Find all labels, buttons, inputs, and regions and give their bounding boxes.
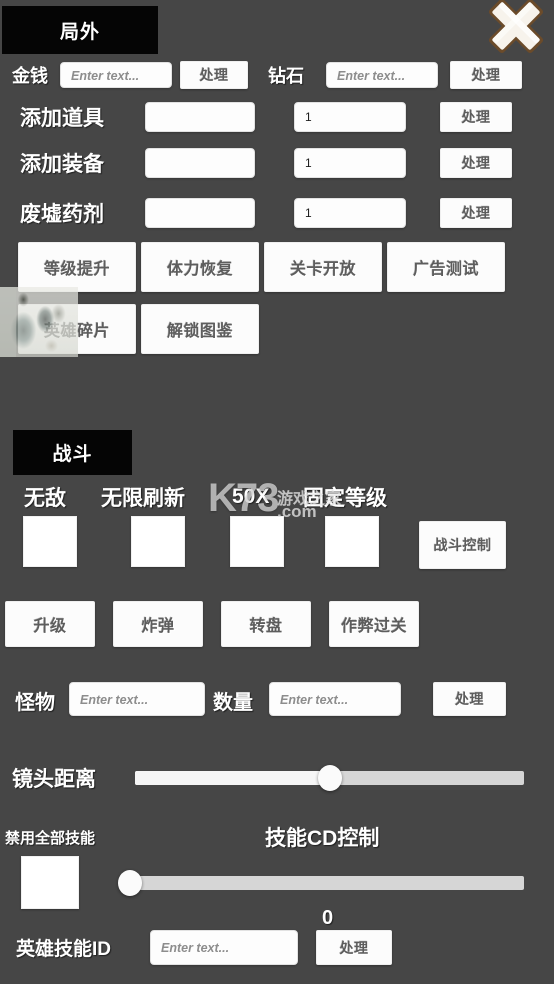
ad-test-label: 广告测试 xyxy=(412,261,479,278)
stamina-restore-label: 体力恢复 xyxy=(166,261,233,278)
skill-cd-slider[interactable] xyxy=(118,869,524,897)
battle-control-button[interactable]: 战斗控制 xyxy=(419,521,506,569)
disable-all-skills-label-text: 禁用全部技能 xyxy=(5,829,96,847)
money-input[interactable] xyxy=(60,62,172,88)
add-item-label-text: 添加道具 xyxy=(20,107,104,130)
diamond-label: 钻石 xyxy=(268,61,304,89)
add-equip-process-button[interactable]: 处理 xyxy=(440,148,512,178)
infinite-refresh-label-text: 无限刷新 xyxy=(101,487,185,510)
ruins-potion-label: 废墟药剂 xyxy=(20,199,104,227)
stage-unlock-label: 关卡开放 xyxy=(289,261,356,278)
bomb-label: 炸弹 xyxy=(141,618,175,635)
camera-distance-slider-thumb[interactable] xyxy=(317,765,342,791)
money-process-button[interactable]: 处理 xyxy=(180,61,248,89)
add-equip-qty-input[interactable] xyxy=(294,148,406,178)
skill-cd-title-text: 技能CD控制 xyxy=(265,827,380,850)
cheat-clear-button[interactable]: 作弊过关 xyxy=(329,601,419,647)
add-item-process-button[interactable]: 处理 xyxy=(440,102,512,132)
camera-distance-slider[interactable] xyxy=(135,764,524,792)
add-item-process-label: 处理 xyxy=(461,109,491,125)
monster-count-label-text: 数量 xyxy=(213,691,253,714)
add-equip-id-input[interactable] xyxy=(145,148,255,178)
overlay-thumbnail-strip xyxy=(0,287,16,357)
section-title-battle: 战斗 xyxy=(13,430,132,475)
money-process-label: 处理 xyxy=(199,67,229,83)
unlock-codex-label: 解锁图鉴 xyxy=(166,323,233,340)
fifty-x-checkbox[interactable] xyxy=(230,516,284,567)
hero-shard-label: 英雄碎片 xyxy=(43,323,110,340)
level-up-button[interactable]: 等级提升 xyxy=(18,242,136,292)
add-equip-label-text: 添加装备 xyxy=(20,153,104,176)
skill-cd-value: 0 xyxy=(322,906,333,930)
cheat-menu-panel: 局外 金钱 处理 钻石 处理 添加道具 处理 添加装备 处理 废墟药剂 处理 等… xyxy=(0,0,554,984)
monster-id-input[interactable] xyxy=(69,682,205,716)
invincible-checkbox[interactable] xyxy=(23,516,77,567)
skill-cd-title: 技能CD控制 xyxy=(265,822,379,852)
hero-skill-id-input[interactable] xyxy=(150,930,298,965)
diamond-process-button[interactable]: 处理 xyxy=(450,61,522,89)
section-title-outside: 局外 xyxy=(2,6,158,54)
infinite-refresh-checkbox[interactable] xyxy=(131,516,185,567)
monster-process-button[interactable]: 处理 xyxy=(433,682,506,716)
upgrade-label: 升级 xyxy=(33,618,67,635)
disable-all-skills-checkbox[interactable] xyxy=(21,856,79,909)
camera-distance-label-text: 镜头距离 xyxy=(12,768,96,791)
unlock-codex-button[interactable]: 解锁图鉴 xyxy=(141,304,259,354)
cheat-clear-label: 作弊过关 xyxy=(340,618,407,635)
hero-skill-id-label-text: 英雄技能ID xyxy=(16,938,112,960)
money-label-text: 金钱 xyxy=(12,66,48,86)
wheel-label: 转盘 xyxy=(249,618,283,635)
camera-distance-slider-fill xyxy=(135,771,330,785)
ruins-potion-process-button[interactable]: 处理 xyxy=(440,198,512,228)
add-equip-label: 添加装备 xyxy=(20,149,104,177)
camera-distance-label: 镜头距离 xyxy=(12,763,96,793)
ad-test-button[interactable]: 广告测试 xyxy=(387,242,505,292)
fixed-level-checkbox[interactable] xyxy=(325,516,379,567)
stamina-restore-button[interactable]: 体力恢复 xyxy=(141,242,259,292)
bomb-button[interactable]: 炸弹 xyxy=(113,601,203,647)
section-title-battle-label: 战斗 xyxy=(52,444,93,465)
stage-unlock-button[interactable]: 关卡开放 xyxy=(264,242,382,292)
monster-count-input[interactable] xyxy=(269,682,401,716)
add-item-id-input[interactable] xyxy=(145,102,255,132)
skill-cd-slider-track xyxy=(130,876,524,890)
upgrade-button[interactable]: 升级 xyxy=(5,601,95,647)
hero-skill-process-button[interactable]: 处理 xyxy=(316,930,392,965)
fixed-level-label-text: 固定等级 xyxy=(303,487,387,510)
close-icon[interactable] xyxy=(480,0,552,60)
hero-shard-button[interactable]: 英雄碎片 xyxy=(18,304,136,354)
ruins-potion-process-label: 处理 xyxy=(461,205,491,221)
fifty-x-label-text: 50X xyxy=(232,485,270,508)
section-title-outside-label: 局外 xyxy=(59,21,100,43)
monster-process-label: 处理 xyxy=(455,691,484,707)
wheel-button[interactable]: 转盘 xyxy=(221,601,311,647)
skill-cd-slider-thumb[interactable] xyxy=(118,870,142,896)
ruins-potion-qty-input[interactable] xyxy=(294,198,406,228)
battle-control-label: 战斗控制 xyxy=(433,537,492,553)
money-label: 金钱 xyxy=(12,61,48,89)
disable-all-skills-label: 禁用全部技能 xyxy=(5,825,95,849)
infinite-refresh-label: 无限刷新 xyxy=(101,483,185,511)
invincible-label: 无敌 xyxy=(24,483,66,511)
add-item-label: 添加道具 xyxy=(20,103,104,131)
ruins-potion-id-input[interactable] xyxy=(145,198,255,228)
hero-skill-id-label: 英雄技能ID xyxy=(16,933,111,961)
level-up-label: 等级提升 xyxy=(43,261,110,278)
ruins-potion-label-text: 废墟药剂 xyxy=(20,203,104,226)
hero-skill-process-label: 处理 xyxy=(339,939,369,956)
fixed-level-label: 固定等级 xyxy=(303,483,387,511)
diamond-input[interactable] xyxy=(326,62,438,88)
add-equip-process-label: 处理 xyxy=(461,155,491,171)
invincible-label-text: 无敌 xyxy=(24,487,66,510)
add-item-qty-input[interactable] xyxy=(294,102,406,132)
monster-label: 怪物 xyxy=(15,686,55,714)
skill-cd-value-text: 0 xyxy=(322,906,334,929)
monster-count-label: 数量 xyxy=(213,686,253,714)
diamond-process-label: 处理 xyxy=(471,67,501,83)
fifty-x-label: 50X xyxy=(232,483,269,511)
monster-label-text: 怪物 xyxy=(15,691,55,714)
diamond-label-text: 钻石 xyxy=(268,66,304,86)
